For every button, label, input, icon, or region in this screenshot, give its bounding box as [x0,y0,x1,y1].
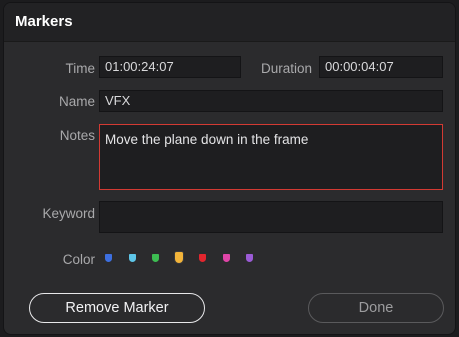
color-swatch-cyan[interactable] [128,254,136,262]
time-label: Time [65,61,96,76]
color-swatch-green[interactable] [152,254,159,262]
notes-textarea[interactable]: Move the plane down in the frame [99,124,443,190]
color-swatch-blue[interactable] [105,254,112,262]
markers-dialog: Markers Time 01:00:24:07 Duration 00:00:… [4,3,455,334]
keyword-field[interactable] [99,201,443,233]
keyword-label: Keyword [42,206,95,221]
color-swatch-pink[interactable] [222,254,230,262]
dialog-title: Markers [15,13,73,30]
dialog-titlebar: Markers [4,3,455,42]
duration-field[interactable]: 00:00:04:07 [319,56,443,78]
color-swatch-purple[interactable] [246,254,253,262]
name-field[interactable]: VFX [99,90,443,112]
color-swatch-red[interactable] [199,254,206,262]
time-field[interactable]: 01:00:24:07 [99,56,241,78]
duration-label: Duration [260,61,312,76]
done-button[interactable]: Done [308,293,444,323]
remove-marker-button[interactable]: Remove Marker [29,293,205,323]
notes-label: Notes [59,128,95,143]
name-label: Name [58,94,95,109]
color-label: Color [62,252,95,267]
color-swatch-yellow[interactable] [175,252,183,263]
